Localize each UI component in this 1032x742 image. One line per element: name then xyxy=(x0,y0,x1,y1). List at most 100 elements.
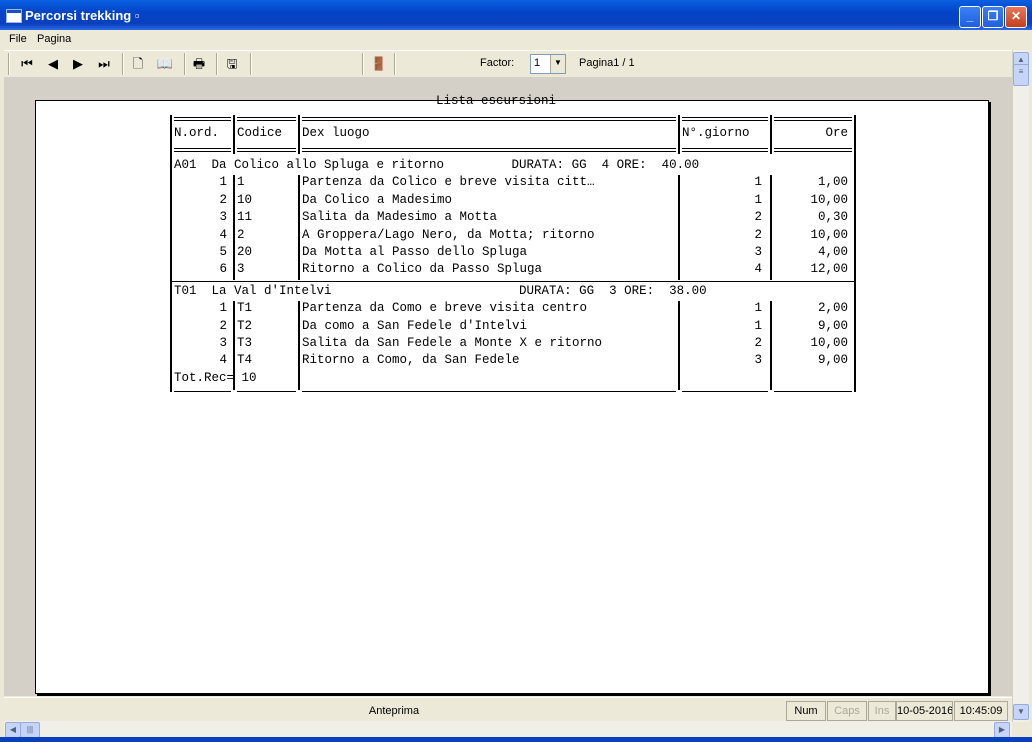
chevron-down-icon[interactable]: ▼ xyxy=(550,55,565,73)
header-rule xyxy=(237,148,296,149)
status-caps: Caps xyxy=(827,701,867,721)
scroll-thumb[interactable]: ≡ xyxy=(1013,64,1029,86)
report-title: Lista escursioni xyxy=(436,94,557,108)
toolbar-grip xyxy=(8,53,10,75)
column-rule xyxy=(678,175,680,280)
row-number: 2 xyxy=(219,192,227,207)
row-description: Partenza da Como e breve visita centro xyxy=(302,301,588,316)
column-rule xyxy=(770,301,772,371)
row-number: 1 xyxy=(219,301,227,316)
toolbar-separator xyxy=(250,53,252,75)
column-rule xyxy=(298,301,300,371)
header-rule xyxy=(302,120,676,121)
footer-rule xyxy=(237,391,296,393)
total-records: Tot.Rec= 10 xyxy=(174,370,257,385)
row-hours: 10,00 xyxy=(810,227,848,242)
row-code: 2 xyxy=(237,227,245,242)
row-description: Ritorno a Como, da San Fedele xyxy=(302,353,520,368)
status-date: 10-05-2016 xyxy=(896,701,953,721)
exit-door-icon[interactable]: 🚪 xyxy=(370,55,388,73)
row-code: 10 xyxy=(237,192,253,207)
row-hours: 10,00 xyxy=(810,336,848,350)
first-page-icon[interactable]: ⏮ xyxy=(18,55,36,73)
close-button[interactable]: ✕ xyxy=(1005,6,1027,28)
horizontal-scrollbar[interactable]: ◀ ||| ▶ xyxy=(4,721,1012,738)
row-day: 1 xyxy=(754,318,762,333)
status-mode: Anteprima xyxy=(368,705,420,717)
row-code: 3 xyxy=(237,262,245,277)
group-separator xyxy=(170,280,856,282)
factor-value: 1 xyxy=(534,57,541,69)
status-bar: Anteprima Num Caps Ins 10-05-2016 10:45:… xyxy=(4,697,1012,722)
menu-file[interactable]: File xyxy=(9,33,27,45)
window-title: Percorsi trekking ▫ xyxy=(25,8,140,23)
row-day: 3 xyxy=(754,245,762,259)
row-code: 1 xyxy=(237,175,245,190)
row-code: T2 xyxy=(237,318,253,333)
row-hours: 1,00 xyxy=(817,175,848,190)
column-rule xyxy=(770,175,772,280)
row-hours: 10,00 xyxy=(810,192,848,207)
row-code: T4 xyxy=(237,353,253,368)
report-page: Lista escursioni N.ord. Codice Dex luogo N°… xyxy=(35,94,989,694)
header-rule xyxy=(237,120,296,121)
header-dex: Dex luogo xyxy=(302,126,370,140)
column-rule xyxy=(298,370,300,391)
row-day: 1 xyxy=(754,175,762,190)
last-page-icon[interactable]: ⏭ xyxy=(95,55,113,73)
toolbar-separator xyxy=(184,53,186,75)
two-pages-icon[interactable]: 📖 xyxy=(156,55,174,73)
next-page-icon[interactable]: ▶ xyxy=(69,55,87,73)
menu-pagina[interactable]: Pagina xyxy=(37,33,71,45)
column-rule xyxy=(233,175,235,280)
toolbar-separator xyxy=(216,53,218,75)
maximize-button[interactable]: ❐ xyxy=(982,6,1004,28)
scroll-left-icon[interactable]: ◀ xyxy=(5,722,21,738)
header-rule xyxy=(302,151,676,152)
scroll-down-icon[interactable]: ▼ xyxy=(1013,704,1029,720)
scroll-right-icon[interactable]: ▶ xyxy=(994,722,1010,738)
header-rule xyxy=(682,148,768,149)
hscroll-thumb[interactable]: ||| xyxy=(20,722,40,738)
column-rule xyxy=(233,115,235,154)
header-giorno: N°.giorno xyxy=(682,126,750,140)
row-number: 1 xyxy=(219,175,227,190)
factor-label: Factor: xyxy=(480,57,515,69)
row-day: 4 xyxy=(754,262,762,277)
status-num: Num xyxy=(786,701,826,721)
row-day: 2 xyxy=(754,227,762,242)
print-icon[interactable]: 🖶 xyxy=(190,55,208,73)
export-icon[interactable]: 🖫 xyxy=(223,55,241,73)
header-rule xyxy=(237,151,296,152)
row-description: A Groppera/Lago Nero, da Motta; ritorno xyxy=(302,227,595,242)
row-number: 2 xyxy=(219,318,227,333)
column-rule xyxy=(678,115,680,154)
group-header: A01 Da Colico allo Spluga e ritorno DURA… xyxy=(174,158,700,172)
row-description: Salita da Madesimo a Motta xyxy=(302,210,498,225)
window-icon[interactable] xyxy=(6,9,22,23)
previous-page-icon[interactable]: ◀ xyxy=(44,55,62,73)
header-rule xyxy=(174,148,231,149)
title-bar[interactable]: Percorsi trekking ▫ _ ❐ ✕ xyxy=(0,0,1032,30)
group-header: T01 La Val d'Intelvi DURATA: GG 3 ORE: 3… xyxy=(174,283,707,298)
row-code: T1 xyxy=(237,301,253,316)
row-description: Ritorno a Colico da Passo Spluga xyxy=(302,262,543,277)
row-day: 1 xyxy=(754,192,762,207)
row-number: 4 xyxy=(219,227,227,242)
column-rule xyxy=(233,301,235,371)
row-hours: 12,00 xyxy=(810,262,848,277)
factor-select[interactable]: 1 ▼ xyxy=(530,54,566,74)
toolbar-separator xyxy=(362,53,364,75)
row-description: Da Motta al Passo dello Spluga xyxy=(302,245,528,259)
vertical-scrollbar[interactable]: ▲ ≡ ▼ xyxy=(1012,50,1029,722)
column-rule xyxy=(678,370,680,391)
single-page-icon[interactable]: 🗋 xyxy=(129,55,147,73)
header-rule xyxy=(174,151,231,152)
toolbar-separator xyxy=(394,53,396,75)
column-rule xyxy=(298,175,300,280)
row-code: 20 xyxy=(237,245,253,259)
row-number: 6 xyxy=(219,262,227,277)
column-rule xyxy=(770,370,772,391)
minimize-button[interactable]: _ xyxy=(959,6,981,28)
row-hours: 0,30 xyxy=(817,210,848,225)
